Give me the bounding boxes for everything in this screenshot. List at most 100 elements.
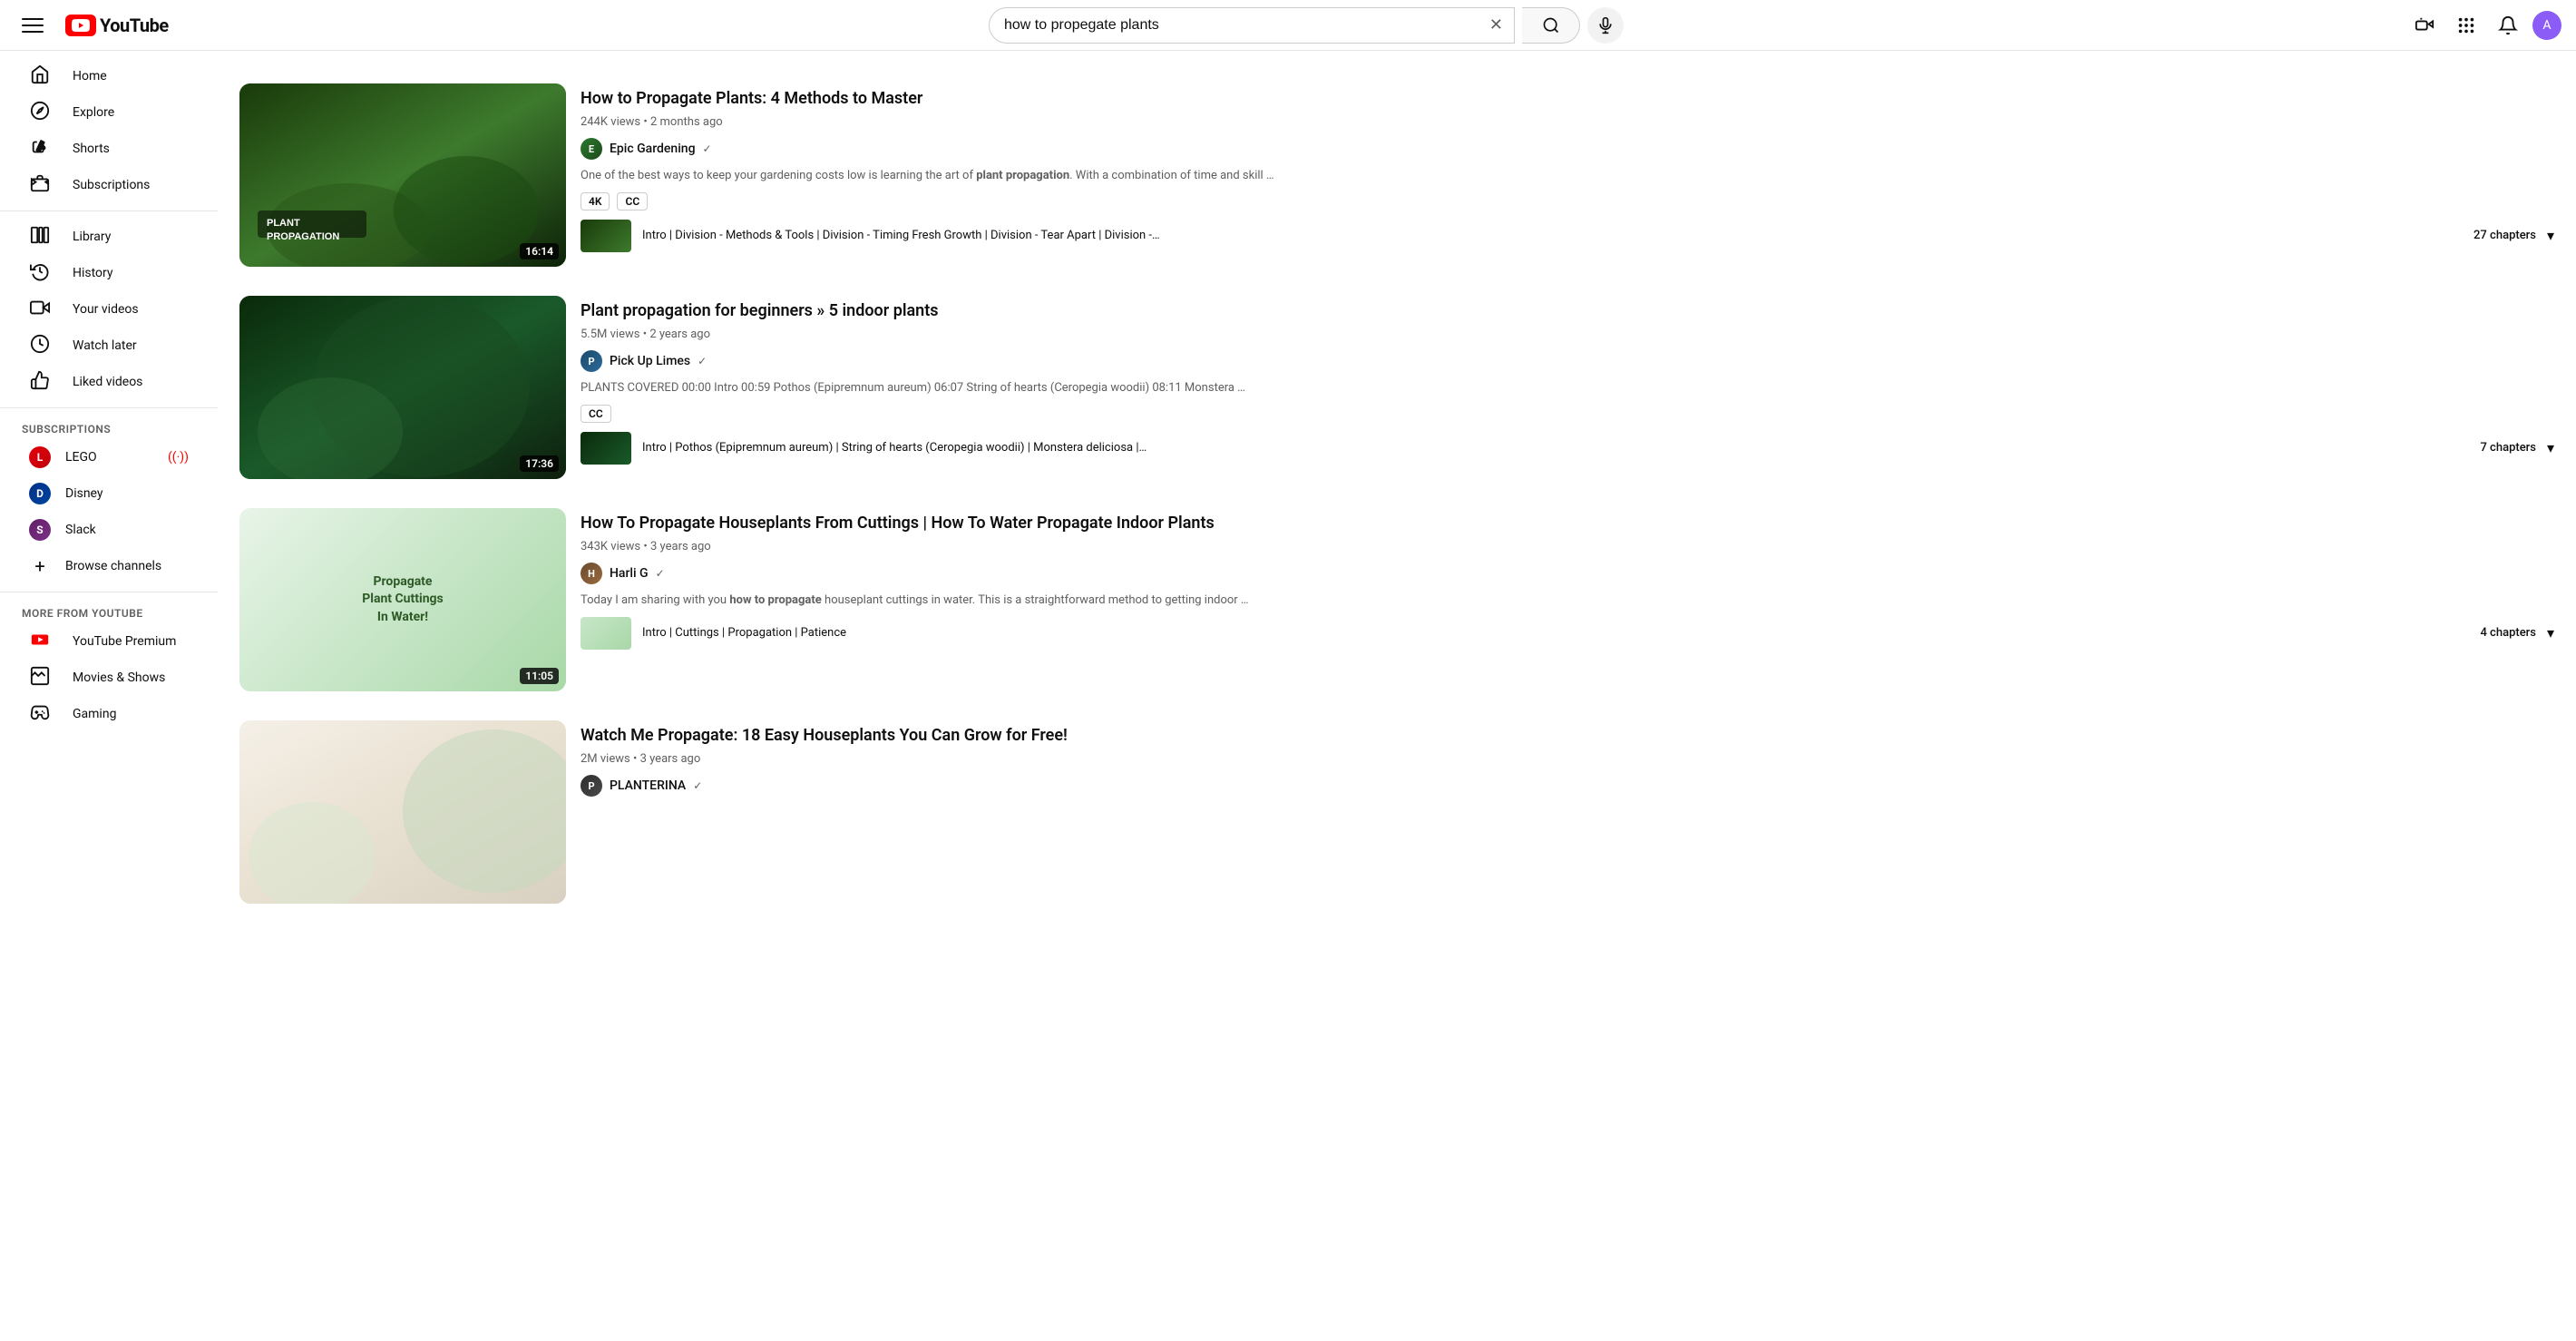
browse-channels-label: Browse channels: [65, 559, 161, 573]
channel-name-3: Harli G: [610, 566, 649, 581]
sidebar-item-youtube-premium[interactable]: YouTube Premium: [7, 623, 210, 660]
sidebar-item-browse-channels[interactable]: + Browse channels: [7, 548, 210, 584]
sidebar-item-subscriptions[interactable]: Subscriptions: [7, 167, 210, 203]
thumbnail-3: PropagatePlant CuttingsIn Water! 11:05: [239, 508, 566, 691]
sidebar-item-library[interactable]: Library: [7, 219, 210, 255]
duration-badge-3: 11:05: [520, 668, 559, 684]
time-1: 2 months ago: [650, 115, 723, 129]
video-desc-2: PLANTS COVERED 00:00 Intro 00:59 Pothos …: [581, 379, 2554, 397]
video-result-2[interactable]: 17:36 Plant propagation for beginners » …: [218, 281, 2576, 494]
dot-3: •: [643, 540, 650, 553]
sidebar-item-lego[interactable]: L LEGO ((·)): [7, 439, 210, 475]
video-title-4: Watch Me Propagate: 18 Easy Houseplants …: [581, 724, 2554, 747]
video-info-2: Plant propagation for beginners » 5 indo…: [581, 296, 2554, 479]
sidebar-item-movies-shows[interactable]: Movies & Shows: [7, 660, 210, 696]
video-meta-4: 2M views • 3 years ago: [581, 752, 2554, 766]
chapter-thumb-2: [581, 432, 631, 465]
thumbnail-4: [239, 720, 566, 904]
sidebar-item-home[interactable]: Home: [7, 58, 210, 94]
create-button[interactable]: [2407, 8, 2442, 43]
channel-name-1: Epic Gardening: [610, 142, 696, 156]
browse-channels-icon: +: [29, 555, 51, 577]
library-icon: [29, 225, 51, 250]
video-meta-3: 343K views • 3 years ago: [581, 540, 2554, 553]
your-videos-icon: [29, 298, 51, 322]
verified-icon-3: ✓: [656, 567, 665, 580]
subscriptions-icon: [29, 173, 51, 198]
badge-cc-2: CC: [581, 405, 611, 423]
shorts-icon: [29, 137, 51, 162]
channel-name-2: Pick Up Limes: [610, 354, 690, 368]
sidebar: Home Explore Shorts Subscr: [0, 51, 218, 1341]
channel-avatar-2: P: [581, 350, 602, 372]
svg-text:PLANT: PLANT: [267, 218, 300, 229]
sidebar-item-liked-videos-label: Liked videos: [73, 375, 142, 389]
views-2: 5.5M views: [581, 328, 639, 341]
sidebar-item-explore[interactable]: Explore: [7, 94, 210, 131]
badge-row-2: CC: [581, 405, 2554, 423]
video-meta-2: 5.5M views • 2 years ago: [581, 328, 2554, 341]
main-content: PLANT PROPAGATION 16:14 How to Propagate…: [218, 51, 2576, 936]
voice-search-button[interactable]: [1587, 7, 1624, 44]
channel-row-4: P PLANTERINA ✓: [581, 775, 2554, 797]
sidebar-item-history-label: History: [73, 266, 113, 280]
video-result-3[interactable]: PropagatePlant CuttingsIn Water! 11:05 H…: [218, 494, 2576, 706]
channel-avatar-4: P: [581, 775, 602, 797]
duration-badge-1: 16:14: [520, 243, 559, 259]
chapters-count-1: 27 chapters: [2474, 229, 2536, 242]
sidebar-item-library-label: Library: [73, 230, 111, 244]
youtube-logo[interactable]: YouTube: [65, 15, 169, 36]
thumbnail-image-3: PropagatePlant CuttingsIn Water!: [239, 508, 566, 691]
video-title-2: Plant propagation for beginners » 5 indo…: [581, 299, 2554, 322]
chapters-expand-3[interactable]: ▾: [2547, 624, 2554, 642]
chapter-thumb-1: [581, 220, 631, 252]
header-right: A: [2380, 8, 2561, 43]
video-result-1[interactable]: PLANT PROPAGATION 16:14 How to Propagate…: [218, 69, 2576, 281]
chapters-count-3: 4 chapters: [2480, 626, 2536, 640]
chapter-text-3: Intro | Cuttings | Propagation | Patienc…: [642, 626, 2469, 640]
thumbnail-image-4: [239, 720, 566, 904]
chapters-expand-1[interactable]: ▾: [2547, 227, 2554, 245]
search-input[interactable]: [990, 8, 1478, 43]
thumbnail-2: 17:36: [239, 296, 566, 479]
video-meta-1: 244K views • 2 months ago: [581, 115, 2554, 129]
youtube-premium-icon: [29, 630, 51, 654]
notifications-button[interactable]: [2491, 8, 2525, 43]
sidebar-item-liked-videos[interactable]: Liked videos: [7, 364, 210, 400]
hamburger-button[interactable]: [15, 7, 51, 44]
sidebar-item-history[interactable]: History: [7, 255, 210, 291]
sidebar-item-explore-label: Explore: [73, 105, 114, 120]
video-result-4[interactable]: Watch Me Propagate: 18 Easy Houseplants …: [218, 706, 2576, 918]
thumb-3-overlay-text: PropagatePlant CuttingsIn Water!: [355, 566, 451, 634]
slack-avatar: S: [29, 519, 51, 541]
liked-videos-icon: [29, 370, 51, 395]
verified-icon-4: ✓: [693, 779, 702, 792]
video-title-3: How To Propagate Houseplants From Cuttin…: [581, 512, 2554, 534]
views-3: 343K views: [581, 540, 640, 553]
explore-icon: [29, 101, 51, 125]
search-button[interactable]: [1522, 7, 1580, 44]
movies-shows-label: Movies & Shows: [73, 670, 165, 685]
views-1: 244K views: [581, 115, 640, 129]
header-left: YouTube: [15, 7, 232, 44]
youtube-premium-label: YouTube Premium: [73, 634, 176, 649]
sidebar-item-disney[interactable]: D Disney: [7, 475, 210, 512]
video-info-3: How To Propagate Houseplants From Cuttin…: [581, 508, 2554, 691]
chapters-count-2: 7 chapters: [2480, 441, 2536, 455]
channel-row-1: E Epic Gardening ✓: [581, 138, 2554, 160]
sidebar-item-slack[interactable]: S Slack: [7, 512, 210, 548]
sidebar-item-gaming[interactable]: Gaming: [7, 696, 210, 732]
sidebar-item-shorts-label: Shorts: [73, 142, 110, 156]
sidebar-item-your-videos[interactable]: Your videos: [7, 291, 210, 328]
search-clear-button[interactable]: ✕: [1478, 15, 1514, 34]
avatar[interactable]: A: [2532, 11, 2561, 40]
verified-icon-2: ✓: [698, 355, 707, 367]
apps-button[interactable]: [2449, 8, 2483, 43]
sidebar-item-shorts[interactable]: Shorts: [7, 131, 210, 167]
chapters-expand-2[interactable]: ▾: [2547, 439, 2554, 457]
sidebar-item-watch-later[interactable]: Watch later: [7, 328, 210, 364]
lego-label: LEGO: [65, 450, 97, 465]
video-info-4: Watch Me Propagate: 18 Easy Houseplants …: [581, 720, 2554, 904]
video-info-1: How to Propagate Plants: 4 Methods to Ma…: [581, 83, 2554, 267]
history-icon: [29, 261, 51, 286]
